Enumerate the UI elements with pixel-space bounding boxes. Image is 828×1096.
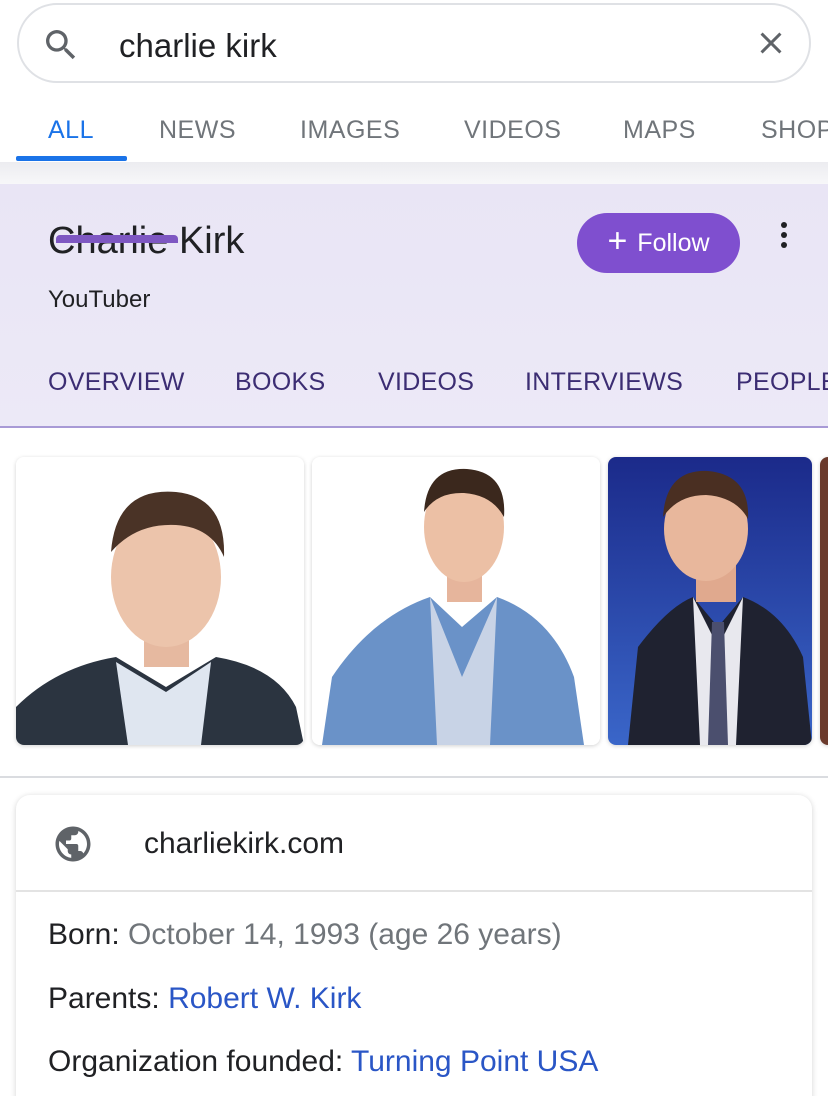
tab-overview[interactable]: OVERVIEW — [48, 368, 185, 397]
more-options-icon[interactable] — [770, 220, 798, 250]
organization-link[interactable]: Turning Point USA — [351, 1045, 598, 1078]
website-link[interactable]: charliekirk.com — [144, 827, 344, 861]
tab-shopping[interactable]: SHOP — [761, 116, 828, 145]
tab-videos-panel[interactable]: VIDEOS — [378, 368, 474, 397]
tab-news[interactable]: NEWS — [159, 116, 236, 145]
fact-parents: Parents: Robert W. Kirk — [48, 982, 361, 1016]
search-icon — [46, 30, 76, 60]
website-row[interactable]: charliekirk.com — [16, 795, 812, 892]
plus-icon: + — [607, 222, 628, 260]
knowledge-panel-tabs: OVERVIEW BOOKS VIDEOS INTERVIEWS PEOPLE — [0, 364, 828, 424]
search-tabs: ALL NEWS IMAGES VIDEOS MAPS SHOP — [0, 100, 828, 164]
info-card: charliekirk.com Born: October 14, 1993 (… — [16, 795, 812, 1096]
search-bar[interactable]: charlie kirk — [17, 3, 811, 83]
tab-interviews[interactable]: INTERVIEWS — [525, 368, 683, 397]
fact-organization: Organization founded: Turning Point USA — [48, 1045, 598, 1079]
parents-label: Parents: — [48, 982, 169, 1015]
search-input[interactable]: charlie kirk — [119, 27, 277, 65]
person-photo-4-partial[interactable] — [820, 457, 828, 745]
tab-maps[interactable]: MAPS — [623, 116, 696, 145]
section-divider — [0, 776, 828, 778]
knowledge-panel-header: Charlie Kirk YouTuber + Follow OVERVIEW … — [0, 184, 828, 428]
person-photo-3[interactable] — [608, 457, 812, 745]
fact-born: Born: October 14, 1993 (age 26 years) — [48, 918, 562, 952]
tabs-divider — [0, 162, 828, 184]
entity-subtitle: YouTuber — [48, 286, 151, 313]
person-photo-2[interactable] — [312, 457, 600, 745]
parents-link[interactable]: Robert W. Kirk — [168, 982, 361, 1015]
born-label: Born: — [48, 918, 129, 951]
tab-videos[interactable]: VIDEOS — [464, 116, 561, 145]
active-panel-tab-indicator — [56, 235, 178, 243]
tab-all[interactable]: ALL — [48, 116, 94, 145]
follow-button[interactable]: + Follow — [577, 213, 740, 273]
close-icon[interactable] — [753, 25, 789, 61]
born-value: October 14, 1993 (age 26 years) — [128, 918, 562, 951]
tab-people[interactable]: PEOPLE — [736, 368, 828, 397]
active-tab-indicator — [16, 156, 127, 161]
person-photo-1[interactable] — [16, 457, 304, 745]
globe-icon — [55, 826, 91, 862]
image-carousel — [0, 457, 828, 745]
tab-images[interactable]: IMAGES — [300, 116, 400, 145]
tab-books[interactable]: BOOKS — [235, 368, 325, 397]
organization-label: Organization founded: — [48, 1045, 352, 1078]
follow-label: Follow — [637, 228, 710, 257]
